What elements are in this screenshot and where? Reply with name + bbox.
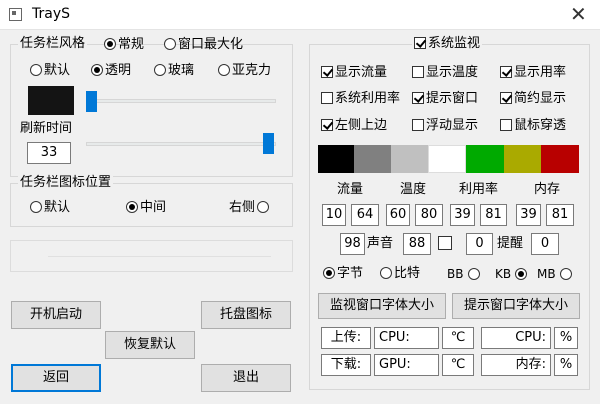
effect-transparent-radio[interactable]: 透明 [91,63,131,79]
gpu-label-field[interactable]: GPU: [374,354,439,376]
memory-threshold-1[interactable]: 39 [516,204,541,226]
left-top-checkbox[interactable]: 左侧上边 [321,118,387,134]
color-swatch-olive[interactable] [504,145,541,173]
close-icon[interactable]: ✕ [570,2,587,26]
mode-normal-radio[interactable]: 常规 [104,37,144,53]
system-usage-checkbox[interactable]: 系统利用率 [321,91,400,107]
effect-default-radio[interactable]: 默认 [30,63,70,79]
unit-byte-radio[interactable]: 字节 [323,266,363,282]
refresh-slider-track[interactable] [86,142,276,146]
monitor-enable-checkbox[interactable]: 系统监视 [412,36,483,52]
sound-value-field[interactable]: 98 [340,233,365,255]
usage-threshold-2[interactable]: 81 [480,204,507,226]
remind-value-field[interactable]: 0 [466,233,493,255]
icon-position-title: 任务栏图标位置 [18,175,114,191]
remind-checkbox[interactable] [438,236,452,252]
color-swatch-green[interactable] [466,145,504,173]
cpu-label-field[interactable]: CPU: [374,327,439,349]
unit-bit-radio[interactable]: 比特 [380,266,420,282]
header-usage: 利用率 [459,182,499,197]
memory-percent-field[interactable]: % [554,354,578,376]
size-bb-radio[interactable]: BB [447,266,480,283]
alpha-slider-track[interactable] [86,99,276,103]
gpu-unit-field[interactable]: ℃ [442,354,474,376]
header-temp: 温度 [400,182,427,197]
remind-label: 提醒 [497,236,524,251]
tip-window-checkbox[interactable]: 提示窗口 [412,91,478,107]
size-kb-radio[interactable]: KB [495,266,528,283]
mouse-through-checkbox[interactable]: 鼠标穿透 [500,118,566,134]
title-bar: TrayS ✕ [0,0,600,30]
cpu-unit-field[interactable]: ℃ [442,327,474,349]
usage-threshold-1[interactable]: 39 [450,204,475,226]
icon-pos-default-radio[interactable]: 默认 [30,200,70,216]
tray-icon-button[interactable]: 托盘图标 [201,301,291,329]
restore-default-button[interactable]: 恢复默认 [105,331,195,359]
exit-button[interactable]: 退出 [201,364,291,392]
icon-pos-right-radio[interactable]: 右侧 [229,200,270,216]
tip-font-size-button[interactable]: 提示窗口字体大小 [452,293,580,319]
traffic-threshold-1[interactable]: 10 [322,204,346,226]
back-button[interactable]: 返回 [11,364,101,392]
memory-threshold-2[interactable]: 81 [546,204,574,226]
effect-acrylic-radio[interactable]: 亚克力 [218,63,271,79]
traffic-threshold-2[interactable]: 64 [351,204,379,226]
color-swatch-silver[interactable] [391,145,428,173]
show-temp-checkbox[interactable]: 显示温度 [412,65,478,81]
sound-threshold-field[interactable]: 88 [403,233,431,255]
panel-divider [48,256,271,257]
refresh-input[interactable]: 33 [27,142,71,164]
app-icon [9,8,22,21]
temp-threshold-1[interactable]: 60 [386,204,410,226]
download-label-field[interactable]: 下载: [321,354,371,376]
sound-label: 声音 [367,236,394,251]
taskbar-color-swatch[interactable] [28,86,74,115]
mode-maximized-radio[interactable]: 窗口最大化 [164,37,243,53]
float-display-checkbox[interactable]: 浮动显示 [412,118,478,134]
size-mb-radio[interactable]: MB [537,266,572,283]
effect-glass-radio[interactable]: 玻璃 [154,63,194,79]
monitor-font-size-button[interactable]: 监视窗口字体大小 [318,293,446,319]
taskbar-style-title: 任务栏风格 [18,36,88,52]
cpu-right-label-field[interactable]: CPU: [481,327,551,349]
color-swatch-white[interactable] [428,145,466,173]
color-swatch-black[interactable] [318,145,354,173]
cpu-percent-field[interactable]: % [554,327,578,349]
header-traffic: 流量 [337,182,364,197]
remind-threshold-field[interactable]: 0 [531,233,559,255]
show-usage-checkbox[interactable]: 显示用率 [500,65,566,81]
color-swatch-gray[interactable] [354,145,391,173]
alpha-slider-thumb[interactable] [86,91,97,112]
icon-pos-center-radio[interactable]: 中间 [126,200,166,216]
show-traffic-checkbox[interactable]: 显示流量 [321,65,387,81]
header-memory: 内存 [534,182,561,197]
memory-label-field[interactable]: 内存: [481,354,551,376]
color-swatch-red[interactable] [541,145,579,173]
temp-threshold-2[interactable]: 80 [415,204,443,226]
window-title: TrayS [32,6,71,22]
refresh-label: 刷新时间 [20,121,73,136]
simple-display-checkbox[interactable]: 简约显示 [500,91,566,107]
refresh-slider-thumb[interactable] [263,133,274,154]
autostart-button[interactable]: 开机启动 [11,301,101,329]
upload-label-field[interactable]: 上传: [321,327,371,349]
